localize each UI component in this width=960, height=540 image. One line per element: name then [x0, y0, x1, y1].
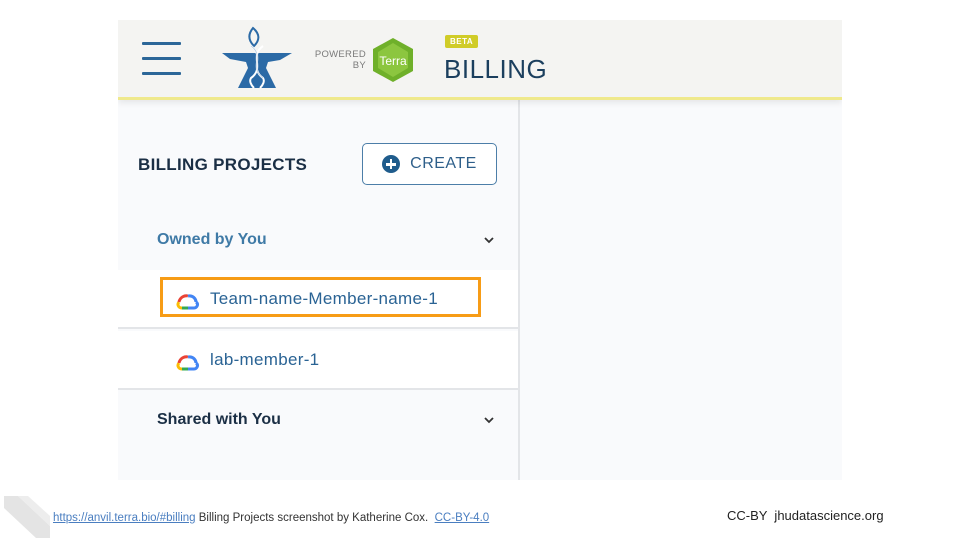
powered-by-text: POWERED BY	[306, 49, 366, 71]
beta-badge: BETA	[445, 35, 479, 48]
license-site-text: CC-BY jhudatascience.org	[727, 508, 884, 523]
billing-projects-title: BILLING PROJECTS	[138, 155, 308, 174]
billing-sidebar: BILLING PROJECTS CREATE Owned by You Tea…	[118, 100, 520, 480]
create-button[interactable]: CREATE	[362, 143, 497, 185]
section-label: Shared with You	[157, 411, 281, 428]
main-content-area	[520, 100, 842, 480]
top-bar: POWERED BY Terra BETA BILLING	[118, 20, 842, 100]
image-credit: https://anvil.terra.bio/#billing Billing…	[53, 512, 489, 524]
project-row-lab-member-1[interactable]: lab-member-1	[118, 331, 518, 390]
google-cloud-icon	[176, 294, 199, 310]
create-label: CREATE	[410, 155, 477, 172]
project-name: Team-name-Member-name-1	[210, 289, 438, 308]
chevron-down-icon[interactable]	[482, 233, 496, 247]
credit-text: Billing Projects screenshot by Katherine…	[195, 512, 435, 524]
anvil-dna-logo-icon[interactable]	[220, 26, 294, 90]
terra-logo-icon[interactable]: Terra	[371, 37, 415, 83]
screenshot-frame: POWERED BY Terra BETA BILLING BILLING PR…	[118, 20, 842, 480]
plus-circle-icon	[382, 155, 401, 173]
google-cloud-icon	[176, 355, 199, 371]
hamburger-menu-icon[interactable]	[142, 42, 181, 76]
project-name: lab-member-1	[210, 350, 320, 369]
by-line: BY	[352, 60, 366, 71]
chevron-down-icon[interactable]	[482, 413, 496, 427]
page-title: BILLING	[444, 54, 548, 84]
project-row-team-name-member-name-1[interactable]: Team-name-Member-name-1	[118, 270, 518, 329]
decorative-stripe-icon	[4, 496, 50, 538]
section-shared-with-you[interactable]: Shared with You	[118, 401, 518, 441]
section-owned-by-you[interactable]: Owned by You	[118, 221, 518, 261]
source-link[interactable]: https://anvil.terra.bio/#billing	[53, 512, 196, 524]
section-label: Owned by You	[157, 231, 267, 248]
terra-label: Terra	[379, 54, 407, 68]
powered-line: POWERED	[314, 49, 366, 60]
license-link[interactable]: CC-BY-4.0	[435, 512, 490, 524]
